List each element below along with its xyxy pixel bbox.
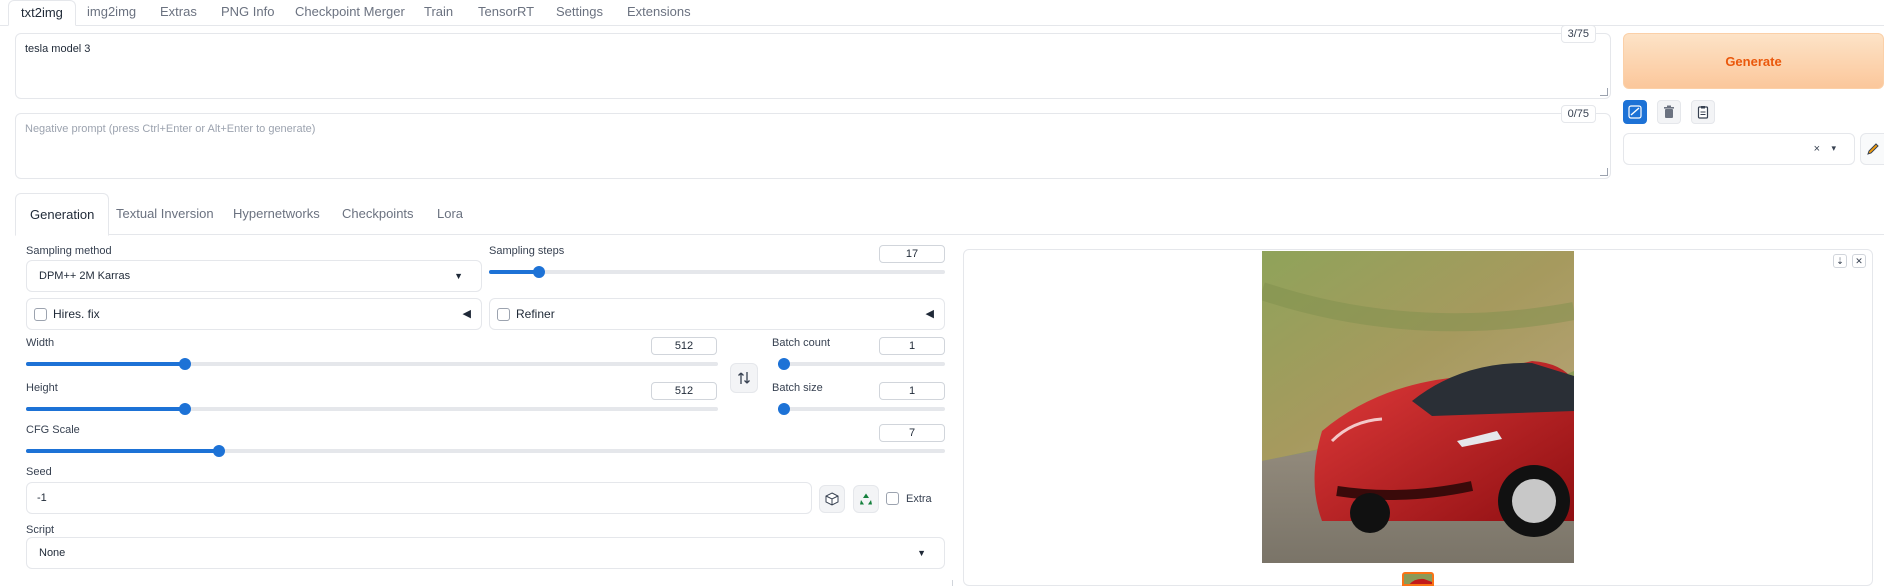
slider-thumb[interactable] [533,266,546,278]
sampling-steps-input[interactable]: 17 [879,245,945,263]
batch-count-input[interactable]: 1 [879,337,945,355]
tab-txt2img[interactable]: txt2img [8,0,76,26]
cfg-scale-label: CFG Scale [26,424,80,436]
width-slider[interactable] [26,358,718,370]
batch-count-slider[interactable] [778,358,945,370]
styles-dropdown[interactable]: × ▾ [1623,133,1855,165]
batch-size-label: Batch size [772,382,823,394]
checkbox-icon[interactable] [1623,100,1647,124]
tab-tensorrt[interactable]: TensorRT [466,0,546,26]
tab-checkpoint-merger[interactable]: Checkpoint Merger [283,0,417,26]
prompt-input[interactable]: tesla model 3 3/75 [15,25,1611,99]
height-input[interactable]: 512 [651,382,717,400]
slider-fill [489,270,540,274]
prompt-text: tesla model 3 [25,43,91,55]
tab-png-info[interactable]: PNG Info [209,0,286,26]
tab-lora[interactable]: Lora [423,193,477,235]
tab-train[interactable]: Train [412,0,465,26]
chevron-down-icon: ▼ [454,271,463,281]
slider-thumb[interactable] [778,403,790,415]
sampling-method-label: Sampling method [26,245,112,257]
cfg-scale-input[interactable]: 7 [879,424,945,442]
top-tab-bar: txt2img img2img Extras PNG Info Checkpoi… [0,0,1884,26]
recycle-icon[interactable] [853,485,879,513]
tab-hypernetworks[interactable]: Hypernetworks [219,193,334,235]
batch-size-slider[interactable] [778,403,945,415]
tab-extras[interactable]: Extras [148,0,209,26]
width-label: Width [26,337,55,349]
swap-dimensions-button[interactable] [730,363,758,393]
generation-tab-bar: Generation Textual Inversion Hypernetwor… [15,193,1884,236]
clear-icon[interactable]: × [1814,143,1820,155]
refiner-accordion[interactable]: Refiner ◀ [489,298,945,330]
script-select[interactable]: None ▼ [26,537,945,569]
slider-thumb[interactable] [212,445,225,457]
refiner-checkbox[interactable] [497,308,510,321]
tab-settings[interactable]: Settings [544,0,615,26]
slider-thumb[interactable] [179,358,192,370]
tab-checkpoints[interactable]: Checkpoints [328,193,428,235]
divider [952,580,953,586]
prompt-token-count: 3/75 [1560,25,1596,43]
resize-handle[interactable] [1600,168,1608,176]
negative-prompt-token-count: 0/75 [1560,105,1596,123]
tab-textual-inversion[interactable]: Textual Inversion [102,193,228,235]
negative-prompt-placeholder: Negative prompt (press Ctrl+Enter or Alt… [25,123,316,135]
collapse-arrow-icon: ◀ [925,308,934,320]
download-icon[interactable]: ⇣ [1833,254,1847,268]
tab-extensions[interactable]: Extensions [615,0,703,26]
hires-fix-label: Hires. fix [53,307,100,321]
negative-prompt-input[interactable]: Negative prompt (press Ctrl+Enter or Alt… [15,105,1611,179]
script-value: None [39,547,66,559]
tab-img2img[interactable]: img2img [75,0,148,26]
swap-icon [738,372,750,384]
sampling-method-select[interactable]: DPM++ 2M Karras ▼ [26,260,482,292]
resize-handle[interactable] [1600,88,1608,96]
generated-image[interactable] [1262,251,1574,563]
collapse-arrow-icon: ◀ [462,308,471,320]
width-input[interactable]: 512 [651,337,717,355]
batch-size-input[interactable]: 1 [879,382,945,400]
seed-input[interactable]: -1 [26,482,812,514]
script-label: Script [26,524,55,536]
hires-fix-accordion[interactable]: Hires. fix ◀ [26,298,482,330]
sampling-steps-label: Sampling steps [489,245,565,257]
refiner-label: Refiner [516,307,555,321]
chevron-down-icon: ▾ [1831,143,1836,153]
cfg-scale-slider[interactable] [26,445,945,457]
slider-thumb[interactable] [179,403,192,415]
slider-fill [26,449,219,453]
extra-seed-checkbox[interactable] [886,492,899,505]
slider-fill [26,362,186,366]
height-slider[interactable] [26,403,718,415]
height-label: Height [26,382,58,394]
seed-label: Seed [26,466,52,478]
chevron-down-icon: ▼ [917,548,926,558]
extra-seed-label: Extra [906,493,932,505]
slider-thumb[interactable] [778,358,790,370]
generate-button[interactable]: Generate [1623,33,1884,89]
close-icon[interactable]: ✕ [1852,254,1866,268]
hires-fix-checkbox[interactable] [34,308,47,321]
sampling-steps-slider[interactable] [489,266,945,278]
slider-fill [26,407,186,411]
batch-count-label: Batch count [772,337,831,349]
clipboard-icon[interactable] [1691,100,1715,124]
dice-icon[interactable] [819,485,845,513]
tab-generation[interactable]: Generation [15,193,110,236]
pencil-icon[interactable] [1860,133,1884,165]
trash-icon[interactable] [1657,100,1681,124]
sampling-method-value: DPM++ 2M Karras [39,270,131,282]
gallery-thumbnail[interactable] [1402,572,1434,586]
